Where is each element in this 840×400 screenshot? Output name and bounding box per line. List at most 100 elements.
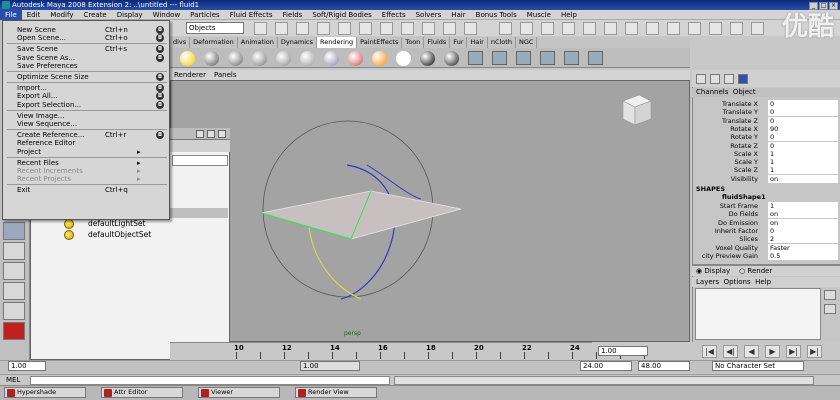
status-line-tool-icon[interactable]: [464, 22, 477, 35]
object-menu[interactable]: Object: [733, 88, 756, 96]
shelf-tab-painteffects[interactable]: PaintEffects: [357, 37, 403, 48]
menu-window[interactable]: Window: [148, 10, 186, 20]
channel-row[interactable]: Rotate X 90: [692, 124, 840, 133]
option-box-icon[interactable]: ◘: [156, 131, 164, 140]
attribute-icon[interactable]: [724, 74, 734, 84]
channel-value-field[interactable]: 0: [768, 108, 838, 117]
channel-value-field[interactable]: Faster: [768, 243, 838, 252]
shelf-material-icon[interactable]: [396, 51, 411, 66]
channel-value-field[interactable]: 0: [768, 116, 838, 125]
taskbar-item-viewer[interactable]: Viewer: [198, 387, 280, 398]
outliner-filter-field[interactable]: [172, 155, 228, 166]
layout-single-icon[interactable]: [3, 242, 25, 260]
menu-particles[interactable]: Particles: [185, 10, 225, 20]
status-line-tool-icon[interactable]: [625, 22, 638, 35]
menu-create[interactable]: Create: [78, 10, 111, 20]
render-icon[interactable]: [3, 322, 25, 340]
file-menu-new-scene[interactable]: New Scene: [17, 26, 56, 34]
menu-hair[interactable]: Hair: [446, 10, 470, 20]
shelf-render-icon[interactable]: [588, 51, 603, 65]
channel-row[interactable]: Translate Z 0: [692, 116, 840, 125]
channel-value-field[interactable]: 90: [768, 124, 838, 133]
shelf-material-icon[interactable]: [180, 51, 195, 66]
panels-menu[interactable]: Panels: [210, 70, 241, 80]
shelf-tab-fluids[interactable]: Fluids: [424, 37, 451, 48]
channel-value-field[interactable]: 0.5: [768, 251, 838, 260]
shelf-render-icon[interactable]: [516, 51, 531, 65]
status-line-tool-icon[interactable]: [520, 22, 533, 35]
shelf-tab-rendering[interactable]: Rendering: [316, 37, 358, 48]
option-box-icon[interactable]: ◘: [156, 53, 164, 62]
channel-value-field[interactable]: 1: [768, 166, 838, 175]
layer-list[interactable]: [695, 288, 821, 340]
status-line-tool-icon[interactable]: [499, 22, 512, 35]
channel-row[interactable]: Translate Y 0: [692, 108, 840, 117]
maximize-icon[interactable]: [207, 130, 215, 138]
channel-row[interactable]: Start Frame 1: [692, 202, 840, 210]
layer-option-icon[interactable]: [824, 304, 836, 314]
file-menu-view-sequence[interactable]: View Sequence...: [17, 120, 77, 128]
file-menu-save-scene-as[interactable]: Save Scene As...: [17, 54, 75, 62]
render-radio[interactable]: ○ Render: [739, 267, 772, 275]
shelf-render-icon[interactable]: [468, 51, 483, 65]
file-menu-export-selection[interactable]: Export Selection...: [17, 101, 81, 109]
help-menu[interactable]: Help: [755, 278, 771, 286]
tool-settings-icon[interactable]: [738, 74, 748, 84]
range-slider-handle[interactable]: 1.00: [300, 361, 360, 371]
range-end-field[interactable]: 24.00: [580, 361, 632, 371]
channel-row[interactable]: Slices 2: [692, 235, 840, 244]
option-box-icon[interactable]: ◘: [156, 73, 164, 81]
playback-button-icon[interactable]: ◀|: [723, 345, 738, 358]
renderer-menu[interactable]: Renderer: [170, 70, 210, 80]
shelf-tab-ncloth[interactable]: nCloth: [488, 37, 516, 48]
status-line-tool-icon[interactable]: [688, 22, 701, 35]
status-line-tool-icon[interactable]: [401, 22, 414, 35]
channel-value-field[interactable]: on: [768, 218, 838, 227]
file-menu-import[interactable]: Import...: [17, 84, 47, 92]
channel-value-field[interactable]: 0: [768, 226, 838, 235]
shelf-render-icon[interactable]: [540, 51, 555, 65]
menu-help[interactable]: Help: [556, 10, 582, 20]
status-line-tool-icon[interactable]: [751, 22, 764, 35]
channel-row[interactable]: Scale X 1: [692, 149, 840, 158]
channel-row[interactable]: Do Fields on: [692, 210, 840, 219]
channels-menu[interactable]: Channels: [696, 88, 728, 96]
status-line-tool-icon[interactable]: [254, 22, 267, 35]
layers-menu[interactable]: Layers: [696, 278, 719, 286]
option-box-icon[interactable]: ◘: [156, 26, 164, 34]
channel-row[interactable]: Voxel Quality Faster: [692, 243, 840, 252]
taskbar-item-attr-editor[interactable]: Attr Editor: [101, 387, 183, 398]
menu-file[interactable]: File: [0, 10, 22, 20]
channel-value-field[interactable]: 0: [768, 133, 838, 142]
menu-fluid-effects[interactable]: Fluid Effects: [225, 10, 278, 20]
status-line-tool-icon[interactable]: [359, 22, 372, 35]
channel-value-field[interactable]: 1: [768, 202, 838, 210]
layout-two-pane-icon[interactable]: [3, 282, 25, 300]
menu-edit[interactable]: Edit: [22, 10, 46, 20]
option-box-icon[interactable]: ◘: [156, 34, 164, 43]
channel-value-field[interactable]: on: [768, 174, 838, 183]
shelf-render-icon[interactable]: [564, 51, 579, 65]
menu-soft-rigid-bodies[interactable]: Soft/Rigid Bodies: [307, 10, 376, 20]
object-selection-field[interactable]: Objects: [186, 22, 244, 34]
shelf-tab-toon[interactable]: Toon: [402, 37, 425, 48]
channel-value-field[interactable]: 1: [768, 158, 838, 167]
status-line-tool-icon[interactable]: [583, 22, 596, 35]
perspective-viewport[interactable]: [170, 80, 690, 342]
status-line-tool-icon[interactable]: [709, 22, 722, 35]
status-line-tool-icon[interactable]: [296, 22, 309, 35]
file-menu-reference-editor[interactable]: Reference Editor: [17, 139, 75, 147]
file-menu-export-all[interactable]: Export All...: [17, 92, 58, 100]
list-icon[interactable]: [696, 74, 706, 84]
paint-tool-icon[interactable]: [3, 222, 25, 240]
shelf-tab-dynamics[interactable]: Dynamics: [278, 37, 317, 48]
range-start-field[interactable]: 1.00: [8, 361, 46, 371]
file-menu-save-preferences[interactable]: Save Preferences: [17, 62, 78, 70]
layout-quad-icon[interactable]: [3, 262, 25, 280]
file-menu-project[interactable]: Project: [17, 148, 41, 156]
channel-value-field[interactable]: 2: [768, 235, 838, 244]
shelf-material-icon[interactable]: [300, 51, 315, 66]
list-icon-2[interactable]: [710, 74, 720, 84]
menu-fields[interactable]: Fields: [278, 10, 308, 20]
new-layer-icon[interactable]: [824, 290, 836, 300]
